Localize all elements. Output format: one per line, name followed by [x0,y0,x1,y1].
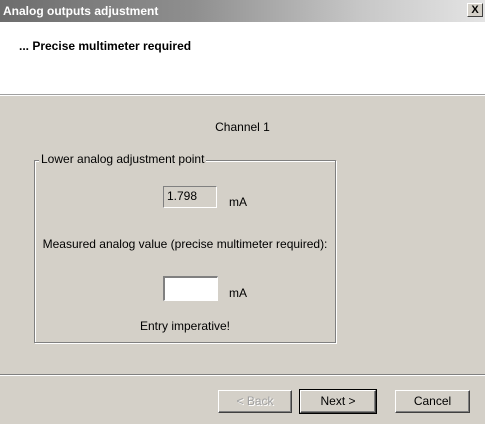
back-button[interactable]: < Back [218,390,292,413]
input-unit: mA [229,286,247,300]
next-button[interactable]: Next > [299,389,377,414]
wizard-header: ... Precise multimeter required [0,22,485,95]
dialog-window: Analog outputs adjustment X ... Precise … [0,0,485,424]
close-icon[interactable]: X [467,3,483,17]
header-divider [0,95,485,96]
readout-unit: mA [229,195,247,209]
measured-value-label: Measured analog value (precise multimete… [42,237,328,251]
footer-divider [0,374,485,376]
current-value-readout: 1.798 [163,186,217,208]
channel-label: Channel 1 [215,120,270,134]
cancel-button[interactable]: Cancel [395,390,470,413]
entry-required-note: Entry imperative! [139,319,231,333]
title-bar[interactable]: Analog outputs adjustment X [0,0,485,22]
groupbox-legend: Lower analog adjustment point [39,152,207,166]
measured-value-input[interactable] [163,276,218,301]
header-heading: ... Precise multimeter required [19,39,192,53]
window-title: Analog outputs adjustment [3,4,159,18]
